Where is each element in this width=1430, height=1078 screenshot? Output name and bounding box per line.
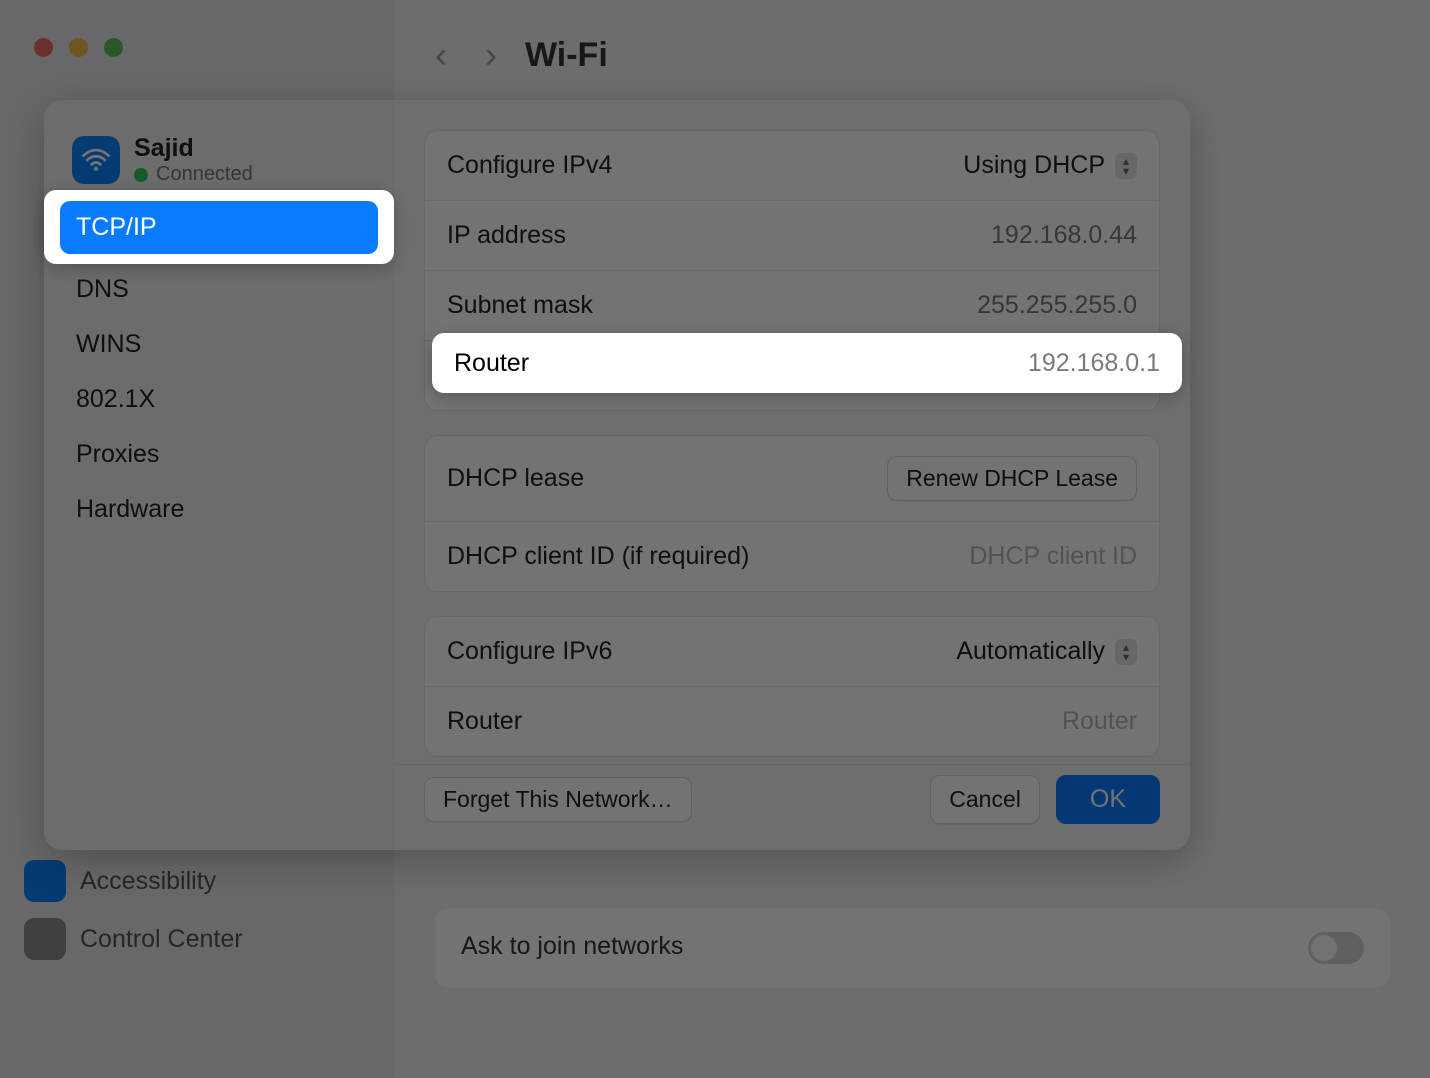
router-ipv6-label: Router [447, 707, 522, 736]
ip-address-value: 192.168.0.44 [991, 221, 1137, 250]
maximize-window-button[interactable] [104, 38, 123, 57]
router-ipv6-input[interactable] [977, 707, 1137, 736]
forward-button[interactable]: › [475, 30, 507, 80]
dhcp-client-id-row: DHCP client ID (if required) [425, 521, 1159, 591]
configure-ipv4-label: Configure IPv4 [447, 151, 612, 180]
sheet-sidebar: Sajid Connected TCP/IP DNS WINS 802.1X P… [44, 100, 394, 850]
network-details-sheet: Sajid Connected TCP/IP DNS WINS 802.1X P… [44, 100, 1190, 850]
accessibility-icon [24, 860, 66, 902]
ok-button[interactable]: OK [1056, 775, 1160, 824]
configure-ipv6-label: Configure IPv6 [447, 637, 612, 666]
router-ipv4-value: 192.168.0.1 [1005, 361, 1137, 390]
window-controls [34, 38, 123, 57]
ask-to-join-label: Ask to join networks [461, 932, 683, 964]
sheet-footer: Forget This Network… Cancel OK [394, 764, 1190, 850]
sheet-content: Configure IPv4 Using DHCP ▴▾ IP address … [394, 100, 1190, 764]
control-center-icon [24, 918, 66, 960]
dhcp-lease-label: DHCP lease [447, 464, 584, 493]
configure-ipv6-row[interactable]: Configure IPv6 Automatically ▴▾ [425, 617, 1159, 686]
close-window-button[interactable] [34, 38, 53, 57]
wifi-icon [72, 136, 120, 184]
tab-hardware[interactable]: Hardware [60, 483, 378, 536]
tab-8021x[interactable]: 802.1X [60, 373, 378, 426]
tab-proxies[interactable]: Proxies [60, 428, 378, 481]
page-title: Wi-Fi [525, 36, 608, 75]
chevron-updown-icon: ▴▾ [1115, 639, 1137, 665]
configure-ipv4-row[interactable]: Configure IPv4 Using DHCP ▴▾ [425, 131, 1159, 200]
ip-address-row: IP address 192.168.0.44 [425, 200, 1159, 270]
tab-dns[interactable]: DNS [60, 263, 378, 316]
ask-to-join-row[interactable]: Ask to join networks [435, 908, 1390, 988]
router-ipv4-label: Router [447, 361, 522, 390]
router-ipv6-row: Router [425, 686, 1159, 756]
subnet-mask-value: 255.255.255.0 [977, 291, 1137, 320]
dhcp-group: DHCP lease Renew DHCP Lease DHCP client … [424, 435, 1160, 592]
chevron-updown-icon: ▴▾ [1115, 153, 1137, 179]
network-name: Sajid [134, 134, 253, 163]
sidebar-item-accessibility[interactable]: Accessibility [80, 867, 216, 896]
back-button[interactable]: ‹ [425, 30, 457, 80]
ip-address-label: IP address [447, 221, 566, 250]
subnet-mask-label: Subnet mask [447, 291, 593, 320]
dhcp-client-id-input[interactable] [815, 542, 1137, 571]
cancel-button[interactable]: Cancel [930, 775, 1040, 824]
renew-dhcp-button[interactable]: Renew DHCP Lease [887, 456, 1137, 501]
network-status: Connected [134, 163, 253, 186]
dhcp-lease-row: DHCP lease Renew DHCP Lease [425, 436, 1159, 521]
ask-to-join-toggle[interactable] [1308, 932, 1364, 964]
subnet-mask-row: Subnet mask 255.255.255.0 [425, 270, 1159, 340]
sheet-tabs: TCP/IP DNS WINS 802.1X Proxies Hardware [60, 208, 378, 536]
system-settings-window: Accessibility Control Center ‹ › Wi-Fi A… [0, 0, 1430, 1078]
configure-ipv6-select[interactable]: Automatically ▴▾ [956, 637, 1137, 666]
forget-network-button[interactable]: Forget This Network… [424, 777, 692, 822]
minimize-window-button[interactable] [69, 38, 88, 57]
configure-ipv4-select[interactable]: Using DHCP ▴▾ [963, 151, 1137, 180]
router-ipv4-row: Router 192.168.0.1 [425, 340, 1159, 410]
tab-wins[interactable]: WINS [60, 318, 378, 371]
tab-tcpip[interactable]: TCP/IP [60, 208, 378, 261]
ipv6-group: Configure IPv6 Automatically ▴▾ Router [424, 616, 1160, 757]
dhcp-client-id-label: DHCP client ID (if required) [447, 542, 749, 571]
sidebar-item-control-center[interactable]: Control Center [80, 925, 243, 954]
ipv4-group: Configure IPv4 Using DHCP ▴▾ IP address … [424, 130, 1160, 411]
network-header: Sajid Connected [60, 124, 378, 204]
